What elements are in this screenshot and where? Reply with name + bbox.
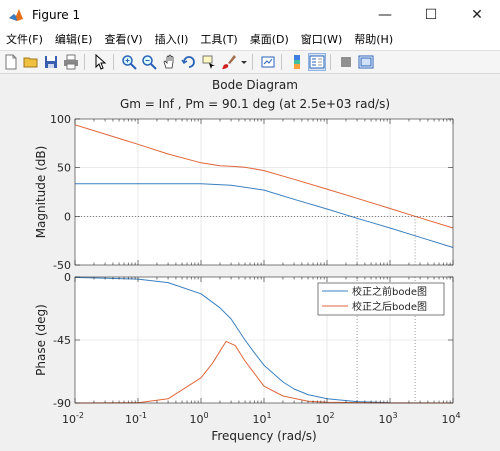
x-tick-label: 101: [252, 411, 271, 426]
toolbar-separator: [84, 54, 85, 70]
legend-icon: [309, 55, 325, 69]
maximize-icon: ☐: [424, 7, 438, 23]
close-button[interactable]: ✕: [454, 0, 500, 30]
pointer-button[interactable]: [91, 53, 109, 71]
legend[interactable]: 校正之前bode图 校正之后bode图: [317, 282, 445, 316]
menu-tools[interactable]: 工具(T): [194, 30, 243, 50]
phase-ylabel: Phase (deg): [34, 304, 48, 376]
y-tick-label: 100: [50, 113, 71, 126]
y-tick-label: 50: [57, 162, 71, 175]
hide-plot-tools-icon: [341, 57, 351, 67]
x-tick-labels: 10-2 10-1 100 101 102 103 104: [62, 411, 461, 426]
plot-title: Bode Diagram: [212, 78, 298, 92]
menu-view[interactable]: 查看(V): [98, 30, 148, 50]
colorbar-button[interactable]: [288, 53, 306, 71]
y-tick-label: -90: [53, 397, 71, 410]
new-figure-icon: [5, 54, 17, 70]
magnitude-axes[interactable]: 100500-50 Magnitude (dB): [34, 113, 454, 272]
y-tick-label: 0: [64, 271, 71, 284]
window-title: Figure 1: [32, 8, 81, 22]
rotate-3d-icon: [181, 56, 195, 68]
link-plot-icon: [261, 56, 275, 68]
save-button[interactable]: [42, 53, 60, 71]
toolbar-separator: [113, 54, 114, 70]
plot-subtitle: Gm = Inf , Pm = 90.1 deg (at 2.5e+03 rad…: [120, 97, 390, 111]
zoom-out-icon: [142, 55, 157, 70]
show-plot-tools-button[interactable]: [357, 53, 375, 71]
hide-plot-tools-button[interactable]: [337, 53, 355, 71]
link-plot-button[interactable]: [259, 53, 277, 71]
toolbar-separator: [330, 54, 331, 70]
bode-plot: Bode Diagram Gm = Inf , Pm = 90.1 deg (a…: [34, 78, 461, 443]
legend-button[interactable]: [308, 53, 326, 71]
x-tick-label: 104: [441, 411, 460, 426]
menu-insert[interactable]: 插入(I): [149, 30, 195, 50]
legend-label-before: 校正之前bode图: [352, 285, 427, 298]
zoom-in-icon: [122, 55, 137, 70]
maximize-button[interactable]: ☐: [408, 0, 454, 30]
menu-desktop[interactable]: 桌面(D): [244, 30, 295, 50]
brush-dropdown[interactable]: [240, 53, 248, 71]
pan-button[interactable]: [160, 53, 178, 71]
close-icon: ✕: [471, 7, 483, 23]
y-tick-label: -45: [53, 334, 71, 347]
data-cursor-icon: [202, 55, 215, 69]
menu-bar: 文件(F) 编辑(E) 查看(V) 插入(I) 工具(T) 桌面(D) 窗口(W…: [0, 30, 500, 51]
menu-window[interactable]: 窗口(W): [295, 30, 348, 50]
menu-file[interactable]: 文件(F): [0, 30, 49, 50]
show-plot-tools-icon: [358, 55, 374, 69]
x-tick-label: 100: [189, 411, 208, 426]
data-cursor-button[interactable]: [200, 53, 218, 71]
menu-help[interactable]: 帮助(H): [348, 30, 399, 50]
open-file-icon: [23, 57, 38, 68]
x-tick-label: 10-1: [125, 411, 147, 426]
zoom-in-button[interactable]: [120, 53, 138, 71]
print-icon: [64, 54, 78, 70]
colorbar-icon: [294, 55, 300, 69]
menu-edit[interactable]: 编辑(E): [49, 30, 99, 50]
new-figure-button[interactable]: [2, 53, 20, 71]
pointer-icon: [95, 54, 107, 70]
minimize-icon: —: [378, 7, 392, 23]
figure-canvas: Bode Diagram Gm = Inf , Pm = 90.1 deg (a…: [0, 74, 500, 447]
minimize-button[interactable]: —: [362, 0, 408, 30]
save-icon: [45, 56, 57, 68]
legend-label-after: 校正之后bode图: [352, 300, 427, 313]
x-axis-label: Frequency (rad/s): [211, 429, 316, 443]
window-titlebar: Figure 1 — ☐ ✕: [0, 0, 500, 30]
x-tick-label: 10-2: [62, 411, 84, 426]
x-tick-label: 102: [315, 411, 334, 426]
zoom-out-button[interactable]: [140, 53, 158, 71]
brush-icon: [222, 55, 236, 69]
print-button[interactable]: [62, 53, 80, 71]
figure-toolbar: [0, 51, 500, 74]
magnitude-ylabel: Magnitude (dB): [34, 146, 48, 239]
brush-dropdown-icon: [241, 61, 247, 64]
toolbar-separator: [252, 54, 253, 70]
rotate-3d-button[interactable]: [180, 53, 198, 71]
y-tick-label: 0: [64, 210, 71, 223]
pan-icon: [163, 54, 174, 69]
toolbar-separator: [281, 54, 282, 70]
x-tick-label: 103: [378, 411, 397, 426]
matlab-logo-icon: [9, 9, 23, 21]
open-file-button[interactable]: [22, 53, 40, 71]
brush-button[interactable]: [220, 53, 238, 71]
